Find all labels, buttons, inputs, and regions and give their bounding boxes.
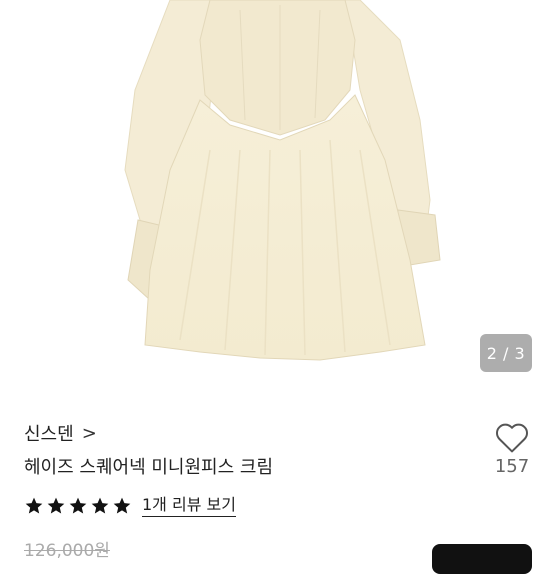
- star-filled-icon: [113, 497, 131, 514]
- page-indicator-text: 2 / 3: [486, 343, 526, 363]
- product-image: [124, 0, 441, 361]
- brand-link[interactable]: 신스덴 >: [24, 420, 97, 446]
- star-filled-icon: [25, 497, 43, 514]
- product-title: 헤이즈 스퀘어넥 미니원피스 크림: [24, 457, 274, 478]
- like-button[interactable]: 157: [492, 422, 532, 492]
- heart-outline-icon: [495, 423, 529, 453]
- rating-stars: [24, 496, 132, 516]
- star-filled-icon: [69, 497, 87, 514]
- review-link[interactable]: 1개 리뷰 보기: [142, 495, 236, 517]
- product-image-gallery[interactable]: 2 / 3: [0, 0, 554, 390]
- cta-button[interactable]: [432, 544, 532, 574]
- page-indicator: 2 / 3: [480, 334, 532, 372]
- chevron-right-icon: >: [81, 422, 97, 444]
- original-price: 126,000원: [24, 541, 110, 561]
- rating-row: 1개 리뷰 보기: [24, 495, 236, 517]
- like-count: 157: [494, 456, 530, 477]
- star-filled-icon: [91, 497, 109, 514]
- star-filled-icon: [47, 497, 65, 514]
- brand-name: 신스덴: [24, 424, 74, 445]
